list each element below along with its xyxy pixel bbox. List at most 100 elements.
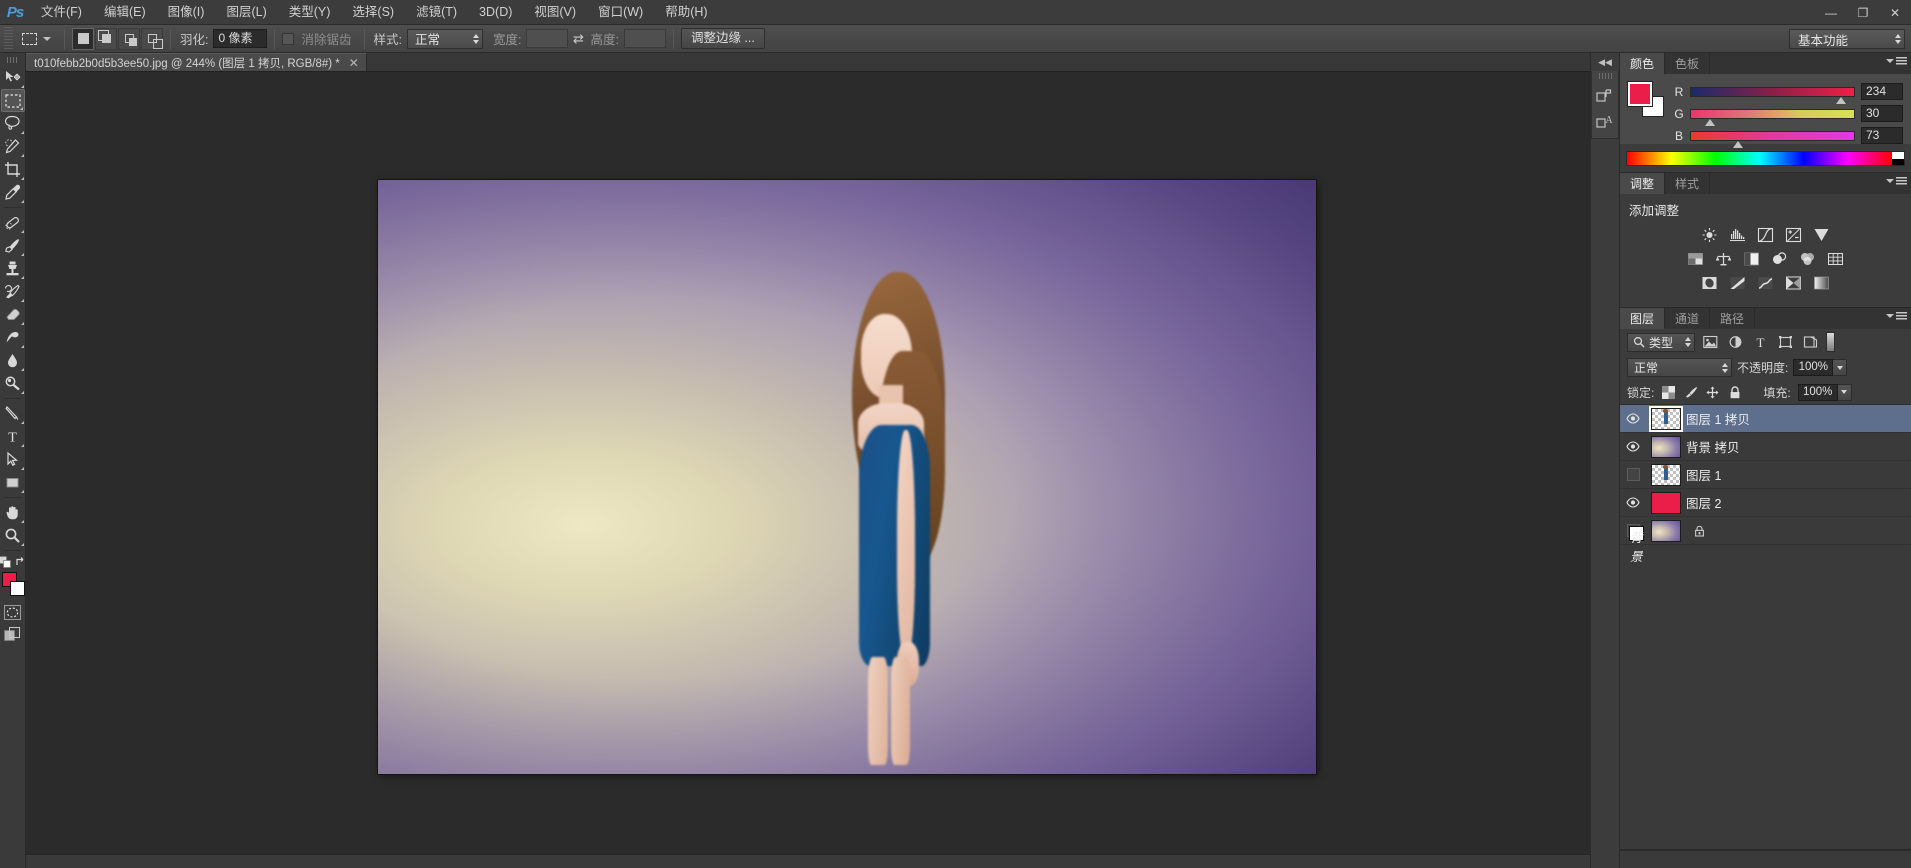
move-tool[interactable] xyxy=(1,66,25,89)
style-dropdown[interactable]: 正常 xyxy=(406,28,483,49)
quick-mask-button[interactable] xyxy=(2,602,24,622)
history-brush-tool[interactable] xyxy=(1,280,25,303)
vibrance-icon[interactable] xyxy=(1812,226,1831,243)
shape-filter-icon[interactable] xyxy=(1776,333,1795,351)
mini-dock-grip[interactable] xyxy=(1598,73,1612,79)
layers-panel-menu-icon[interactable] xyxy=(1886,312,1907,320)
menu-view[interactable]: 视图(V) xyxy=(523,0,587,25)
invert-icon[interactable] xyxy=(1700,274,1719,291)
lock-all-icon[interactable] xyxy=(1727,385,1742,400)
layer-thumbnail[interactable] xyxy=(1651,519,1681,542)
color-balance-icon[interactable] xyxy=(1714,250,1733,267)
pixel-filter-icon[interactable] xyxy=(1701,333,1720,351)
canvas-viewport[interactable] xyxy=(26,72,1590,868)
height-input[interactable] xyxy=(623,29,666,48)
refine-edge-button[interactable]: 调整边缘 ... xyxy=(680,28,765,49)
table-row[interactable]: 图层 2 xyxy=(1620,489,1911,517)
opacity-dropdown-arrow[interactable] xyxy=(1833,359,1848,376)
lasso-tool[interactable] xyxy=(1,112,25,135)
hue-saturation-icon[interactable] xyxy=(1686,250,1705,267)
opacity-value[interactable]: 100% xyxy=(1793,359,1834,376)
menu-type[interactable]: 类型(Y) xyxy=(278,0,342,25)
eraser-tool[interactable] xyxy=(1,303,25,326)
lock-transparency-icon[interactable] xyxy=(1661,385,1676,400)
brightness-contrast-icon[interactable] xyxy=(1700,226,1719,243)
layer-list[interactable]: 图层 1 拷贝背景 拷贝图层 1 图层 2 背景 xyxy=(1620,404,1911,849)
layer-filter-dropdown[interactable]: 类型 xyxy=(1627,332,1696,352)
paragraph-panel-icon[interactable]: A xyxy=(1592,109,1618,135)
background-color-swatch[interactable] xyxy=(9,581,25,596)
width-input[interactable] xyxy=(526,29,569,48)
add-to-selection-button[interactable] xyxy=(95,27,117,50)
layer-thumbnail[interactable] xyxy=(1651,463,1681,486)
swap-width-height-icon[interactable]: ⇄ xyxy=(568,30,588,48)
layer-visibility-eye-icon[interactable] xyxy=(1620,489,1646,517)
pen-tool[interactable] xyxy=(1,402,25,425)
menu-image[interactable]: 图像(I) xyxy=(157,0,216,25)
color-panel-menu-icon[interactable] xyxy=(1886,57,1907,65)
subtract-from-selection-button[interactable] xyxy=(118,27,140,50)
levels-icon[interactable] xyxy=(1728,226,1747,243)
panel-foreground-swatch[interactable] xyxy=(1627,81,1653,107)
menu-edit[interactable]: 编辑(E) xyxy=(93,0,157,25)
menu-filter[interactable]: 滤镜(T) xyxy=(405,0,468,25)
horizontal-type-tool[interactable]: T xyxy=(1,425,25,448)
crop-tool[interactable] xyxy=(1,158,25,181)
document-tab[interactable]: t010febb2b0d5b3ee50.jpg @ 244% (图层 1 拷贝,… xyxy=(26,53,367,71)
layer-filter-toggle[interactable] xyxy=(1826,332,1836,352)
g-value[interactable]: 30 xyxy=(1861,105,1903,122)
blur-tool[interactable] xyxy=(1,349,25,372)
layer-name[interactable]: 图层 2 xyxy=(1686,493,1885,512)
collapse-dock-icon[interactable]: ◀◀ xyxy=(1590,53,1620,71)
path-selection-tool[interactable] xyxy=(1,448,25,471)
table-row[interactable]: 图层 1 拷贝 xyxy=(1620,405,1911,433)
swap-colors-icon[interactable] xyxy=(14,556,27,568)
table-row[interactable]: 背景 xyxy=(1620,517,1911,564)
r-value[interactable]: 234 xyxy=(1861,83,1903,100)
g-slider[interactable] xyxy=(1690,108,1855,126)
mini-bridge-icon[interactable] xyxy=(1592,83,1618,109)
menu-select[interactable]: 选择(S) xyxy=(341,0,405,25)
tab-layers[interactable]: 图层 xyxy=(1620,308,1666,329)
layer-thumbnail[interactable] xyxy=(1649,405,1683,432)
intersect-selection-button[interactable] xyxy=(141,27,163,50)
tab-styles[interactable]: 样式 xyxy=(1665,173,1711,194)
horizontal-scrollbar[interactable] xyxy=(26,854,1590,868)
dodge-tool[interactable] xyxy=(1,372,25,395)
tab-color[interactable]: 颜色 xyxy=(1620,53,1666,74)
layer-lock-icon[interactable] xyxy=(1686,525,1712,537)
layer-name[interactable]: 背景 xyxy=(1629,526,1644,564)
adjustment-filter-icon[interactable] xyxy=(1726,333,1745,351)
rectangular-marquee-icon[interactable] xyxy=(16,27,42,51)
layer-thumbnail[interactable] xyxy=(1651,491,1681,514)
curves-icon[interactable] xyxy=(1756,226,1775,243)
gradient-tool[interactable] xyxy=(1,326,25,349)
lock-image-icon[interactable] xyxy=(1683,385,1698,400)
layer-thumbnail[interactable] xyxy=(1651,435,1681,458)
lock-position-icon[interactable] xyxy=(1705,385,1720,400)
toolbar-grip[interactable] xyxy=(6,57,19,63)
fill-dropdown-arrow[interactable] xyxy=(1837,383,1852,401)
color-lookup-icon[interactable] xyxy=(1826,250,1845,267)
layer-visibility-off-icon[interactable] xyxy=(1620,461,1646,489)
tab-swatches[interactable]: 色板 xyxy=(1665,53,1711,74)
table-row[interactable]: 图层 1 xyxy=(1620,461,1911,489)
channel-mixer-icon[interactable] xyxy=(1798,250,1817,267)
menu-file[interactable]: 文件(F) xyxy=(30,0,93,25)
rectangle-tool[interactable] xyxy=(1,471,25,494)
type-filter-icon[interactable]: T xyxy=(1751,333,1770,351)
minimize-button[interactable]: — xyxy=(1815,0,1847,25)
layer-visibility-eye-icon[interactable] xyxy=(1620,405,1646,433)
chevron-down-icon[interactable] xyxy=(43,36,51,41)
quick-selection-tool[interactable] xyxy=(1,135,25,158)
menu-help[interactable]: 帮助(H) xyxy=(654,0,718,25)
tab-channels[interactable]: 通道 xyxy=(1665,308,1711,329)
workspace-dropdown[interactable]: 基本功能 xyxy=(1789,29,1905,49)
r-slider[interactable] xyxy=(1690,86,1855,104)
layer-name[interactable]: 背景 拷贝 xyxy=(1686,437,1885,456)
feather-input[interactable]: 0 像素 xyxy=(213,29,268,48)
black-white-icon[interactable] xyxy=(1742,250,1761,267)
rectangular-marquee-tool[interactable] xyxy=(0,89,25,112)
zoom-tool[interactable] xyxy=(1,524,25,547)
gradient-map-icon[interactable] xyxy=(1812,274,1831,291)
